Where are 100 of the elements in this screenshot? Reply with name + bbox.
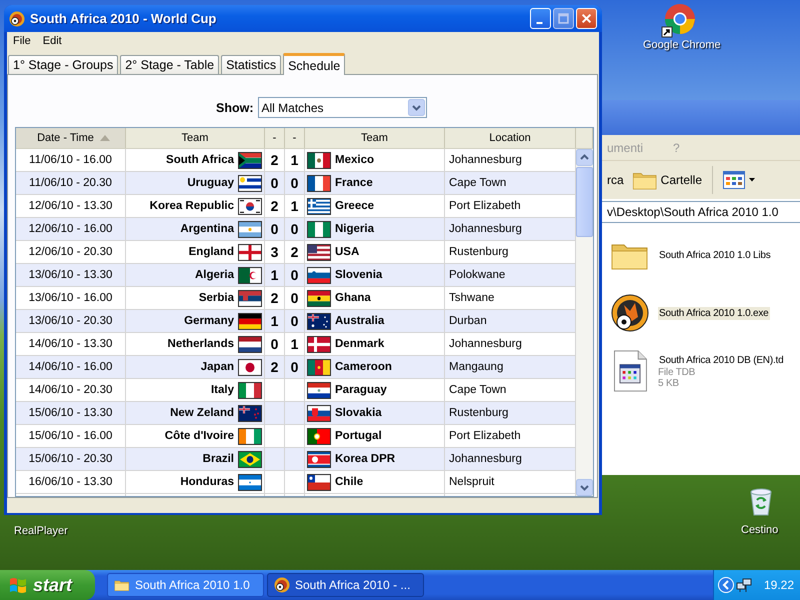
team-name: Cameroon: [335, 361, 392, 373]
toolbar-button[interactable]: rca: [607, 173, 624, 187]
table-row[interactable]: 11/06/10 - 20.30 Uruguay 0 0 France Cape Town: [16, 172, 576, 195]
score: 1: [270, 313, 278, 329]
flag-icon: [238, 198, 262, 214]
team-name: Portugal: [335, 430, 382, 442]
score: 1: [290, 198, 298, 214]
column-header[interactable]: Location: [445, 128, 576, 148]
column-header[interactable]: Date - Time: [16, 128, 126, 148]
scroll-down-icon[interactable]: [576, 479, 593, 496]
score: 0: [290, 175, 298, 191]
table-row[interactable]: 13/06/10 - 16.00 Serbia 2 0 Ghana Tshwane: [16, 287, 576, 310]
table-row[interactable]: 15/06/10 - 20.30 Brazil Korea DPR Johannesburg: [16, 448, 576, 471]
desktop-icon-label[interactable]: RealPlayer: [14, 525, 68, 537]
file-name[interactable]: South Africa 2010 1.0 Libs: [658, 248, 772, 262]
column-header[interactable]: Team: [126, 128, 265, 148]
view-button[interactable]: [723, 171, 756, 189]
column-header[interactable]: -: [285, 128, 305, 148]
tab[interactable]: Schedule: [283, 53, 346, 75]
team-name: Argentina: [180, 223, 234, 235]
team-name: France: [335, 177, 373, 189]
team-name: Italy: [210, 384, 234, 396]
team-name: Slovenia: [335, 269, 382, 281]
team-name: USA: [335, 246, 360, 258]
table-row[interactable]: 12/06/10 - 16.00 Argentina 0 0 Nigeria Johannesburg: [16, 218, 576, 241]
team-name: Honduras: [180, 476, 234, 488]
flag-icon: [238, 382, 262, 398]
flag-icon: [307, 174, 331, 192]
team-name: Korea DPR: [335, 453, 396, 465]
flag-icon: [307, 220, 331, 238]
column-header[interactable]: Team: [305, 128, 445, 148]
flag-icon: [307, 450, 331, 468]
folders-button[interactable]: Cartelle: [632, 169, 702, 191]
tab[interactable]: 1° Stage - Groups: [8, 55, 118, 74]
file-type: File TDB: [658, 366, 696, 378]
team-name: Uruguay: [187, 177, 234, 189]
team-name: Australia: [335, 315, 384, 327]
team-name: Brazil: [202, 453, 234, 465]
file-name[interactable]: South Africa 2010 1.0.exe: [658, 306, 770, 320]
flag-icon: [238, 266, 262, 284]
score: 2: [270, 152, 278, 168]
flag-icon: [307, 198, 331, 214]
team-name: Côte d'Ivoire: [164, 430, 234, 442]
close-button[interactable]: [576, 8, 597, 29]
clock: 19.22: [764, 578, 794, 592]
desktop-icon-label[interactable]: Google Chrome: [643, 39, 721, 51]
table-row[interactable]: 12/06/10 - 20.30 England 3 2 USA Rustenburg: [16, 241, 576, 264]
team-name: Greece: [335, 200, 374, 212]
scroll-up-icon[interactable]: [576, 149, 593, 166]
flag-icon: [307, 336, 331, 352]
score: 0: [290, 290, 298, 306]
menu-item[interactable]: File: [13, 35, 31, 47]
score: 2: [270, 359, 278, 375]
flag-icon: [238, 428, 262, 444]
file-name[interactable]: South Africa 2010 DB (EN).td: [658, 354, 784, 366]
network-icon[interactable]: [736, 577, 752, 593]
score: 0: [270, 175, 278, 191]
taskbar-button[interactable]: South Africa 2010 1.0: [107, 573, 264, 597]
vertical-scrollbar[interactable]: [576, 149, 593, 496]
address-field[interactable]: v\Desktop\South Africa 2010 1.0: [602, 201, 800, 223]
table-row[interactable]: 12/06/10 - 13.30 Korea Republic 2 1 Greece Port Elizabeth: [16, 195, 576, 218]
score: 0: [270, 336, 278, 352]
table-row[interactable]: 14/06/10 - 20.30 Italy Paraguay Cape Town: [16, 379, 576, 402]
taskbar-button[interactable]: South Africa 2010 - ...: [267, 573, 424, 597]
caret-down-icon: [749, 178, 756, 182]
flag-icon: [238, 358, 262, 376]
filter-dropdown[interactable]: All Matches: [258, 97, 426, 118]
flag-icon: [238, 474, 262, 490]
table-row[interactable]: 15/06/10 - 13.30 New Zeland Slovakia Rustenburg: [16, 402, 576, 425]
flag-icon: [238, 290, 262, 306]
browser-shortcut-icon[interactable]: [661, 2, 697, 38]
menu-item[interactable]: Edit: [42, 35, 62, 47]
table-row[interactable]: 11/06/10 - 16.00 South Africa 2 1 Mexico Johannesburg: [16, 149, 576, 172]
score: 0: [290, 267, 298, 283]
column-header[interactable]: -: [265, 128, 285, 148]
soccer-ball-icon: [274, 577, 290, 593]
table-row[interactable]: 15/06/10 - 16.00 Côte d'Ivoire Portugal Port Elizabeth: [16, 425, 576, 448]
team-name: Serbia: [198, 292, 234, 304]
table-row[interactable]: 14/06/10 - 13.30 Netherlands 0 1 Denmark Johannesburg: [16, 333, 576, 356]
scroll-thumb[interactable]: [576, 167, 593, 237]
score: 3: [270, 244, 278, 260]
chevron-left-icon[interactable]: [718, 577, 734, 593]
tab[interactable]: 2° Stage - Table: [120, 55, 220, 74]
flag-icon: [238, 174, 262, 192]
tab[interactable]: Statistics: [221, 55, 282, 74]
flag-icon: [307, 312, 331, 330]
table-row[interactable]: 13/06/10 - 13.30 Algeria 1 0 Slovenia Polokwane: [16, 264, 576, 287]
desktop-icon-label[interactable]: Cestino: [741, 524, 778, 536]
team-name: Nigeria: [335, 223, 374, 235]
table-row[interactable]: 16/06/10 - 13.30 Honduras Chile Nelspruit: [16, 471, 576, 494]
start-button[interactable]: start: [0, 570, 95, 600]
file-size: 5 KB: [658, 378, 680, 388]
team-name: Japan: [200, 361, 234, 373]
team-name: South Africa: [166, 154, 234, 166]
table-row[interactable]: 13/06/10 - 20.30 Germany 1 0 Australia Durban: [16, 310, 576, 333]
minimize-button[interactable]: [530, 8, 551, 29]
score: 2: [270, 198, 278, 214]
team-name: Paraguay: [335, 384, 387, 396]
score: 0: [270, 221, 278, 237]
table-row[interactable]: 14/06/10 - 16.00 Japan 2 0 Cameroon Mangaung: [16, 356, 576, 379]
